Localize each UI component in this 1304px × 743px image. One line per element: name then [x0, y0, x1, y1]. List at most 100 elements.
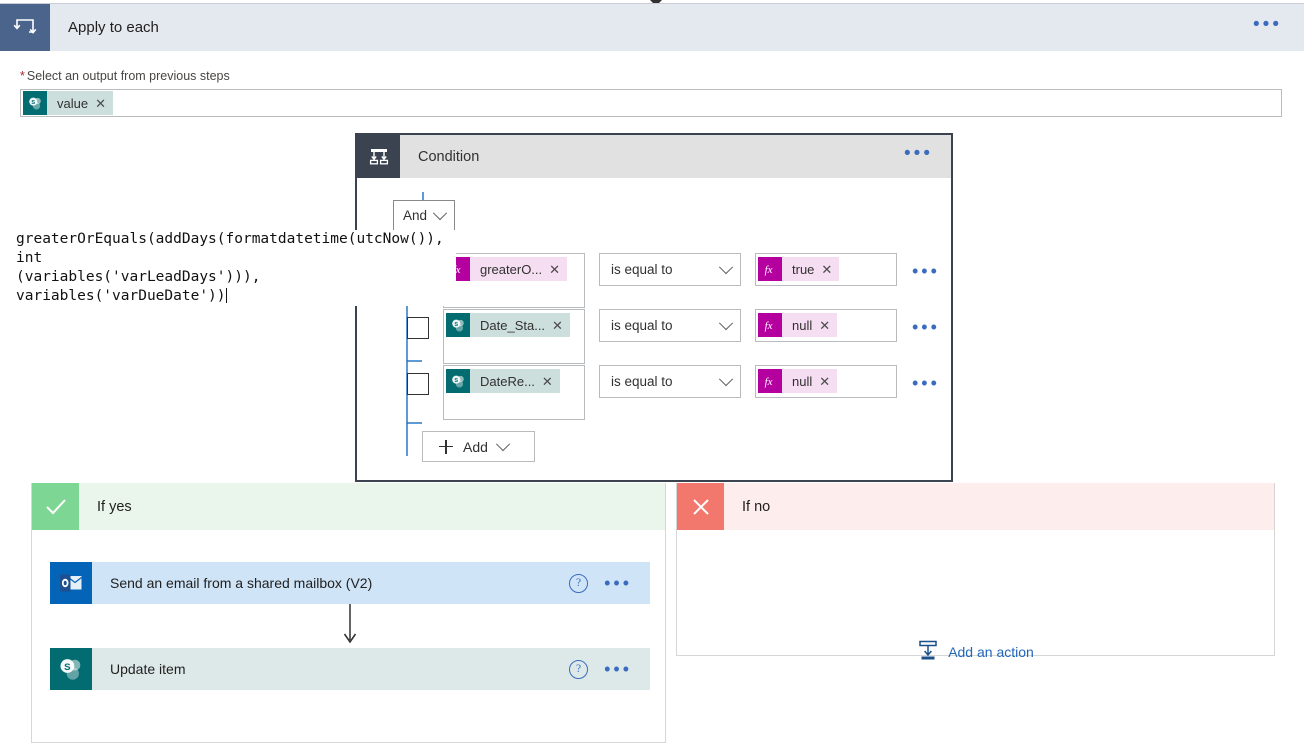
- logic-operator-dropdown[interactable]: And: [393, 200, 455, 231]
- condition-header[interactable]: Condition •••: [357, 135, 951, 178]
- condition-row: fx greaterO... ✕ is equal to: [407, 253, 951, 309]
- condition-title: Condition: [418, 149, 904, 165]
- condition-row: S Date_Sta... ✕ is equal to: [407, 309, 951, 365]
- add-an-action-button[interactable]: Add an action: [677, 640, 1274, 664]
- condition-row-menu-button[interactable]: •••: [912, 379, 940, 387]
- svg-text:fx: fx: [765, 320, 773, 332]
- close-icon[interactable]: ✕: [821, 263, 832, 276]
- operand-chip-body: Date_Sta... ✕: [470, 313, 570, 337]
- operand-token-chip[interactable]: S DateRe... ✕: [446, 369, 560, 393]
- outlook-icon: [50, 562, 92, 604]
- apply-to-each-menu-button[interactable]: •••: [1253, 20, 1304, 36]
- chevron-down-icon: [719, 372, 733, 386]
- close-icon[interactable]: ✕: [552, 319, 563, 332]
- value-token-chip[interactable]: fx null ✕: [758, 313, 837, 337]
- condition-value-field[interactable]: fx true ✕: [755, 253, 897, 286]
- condition-row: S DateRe... ✕ is equal to: [407, 365, 951, 421]
- if-no-header: If no: [677, 483, 1274, 530]
- help-icon[interactable]: ?: [569, 574, 588, 593]
- chevron-down-icon: [433, 206, 447, 220]
- condition-operator-label: is equal to: [611, 318, 673, 333]
- condition-operator-dropdown[interactable]: is equal to: [599, 365, 741, 398]
- condition-body: And fx greaterO... ✕: [357, 178, 951, 480]
- value-chip-label: null: [792, 318, 812, 333]
- if-yes-content: Send an email from a shared mailbox (V2)…: [32, 530, 665, 690]
- apply-to-each-header[interactable]: Apply to each •••: [0, 3, 1304, 51]
- close-icon[interactable]: ✕: [95, 97, 106, 110]
- row-checkbox[interactable]: [407, 373, 429, 395]
- if-yes-branch: If yes Send an email from a shared mailb…: [31, 483, 666, 743]
- operand-chip-label: greaterO...: [480, 262, 542, 277]
- close-icon[interactable]: ✕: [542, 375, 553, 388]
- condition-operator-label: is equal to: [611, 262, 673, 277]
- apply-to-each-body: *Select an output from previous steps S …: [0, 51, 1304, 117]
- condition-value-field[interactable]: fx null ✕: [755, 309, 897, 342]
- condition-operator-label: is equal to: [611, 374, 673, 389]
- output-token-input[interactable]: S value ✕: [20, 89, 1282, 117]
- close-icon[interactable]: ✕: [819, 319, 830, 332]
- condition-operator-dropdown[interactable]: is equal to: [599, 309, 741, 342]
- condition-operand-field[interactable]: S DateRe... ✕: [443, 365, 585, 420]
- condition-card: Condition ••• And fx: [355, 133, 953, 482]
- expression-text: greaterOrEquals(addDays(formatdatetime(u…: [16, 231, 453, 304]
- if-yes-label: If yes: [97, 499, 132, 515]
- required-marker: *: [20, 69, 25, 83]
- row-checkbox[interactable]: [407, 317, 429, 339]
- output-field-label-text: Select an output from previous steps: [27, 69, 230, 83]
- expression-overlay[interactable]: greaterOrEquals(addDays(formatdatetime(u…: [16, 230, 456, 306]
- condition-value-field[interactable]: fx null ✕: [755, 365, 897, 398]
- action-menu-button[interactable]: •••: [604, 665, 632, 673]
- output-field-label: *Select an output from previous steps: [20, 69, 1286, 83]
- condition-row-menu-button[interactable]: •••: [912, 267, 940, 275]
- token-chip-label: value: [57, 96, 88, 111]
- fx-icon: fx: [758, 257, 782, 281]
- operand-token-chip[interactable]: S Date_Sta... ✕: [446, 313, 570, 337]
- condition-operand-field[interactable]: fx greaterO... ✕: [443, 253, 585, 308]
- value-chip-body: null ✕: [782, 369, 837, 393]
- sharepoint-icon: S: [50, 648, 92, 690]
- operand-chip-label: DateRe...: [480, 374, 535, 389]
- if-no-branch: If no Add an action: [676, 483, 1275, 656]
- fx-icon: fx: [758, 369, 782, 393]
- chevron-down-icon: [496, 437, 510, 451]
- action-card-update-item[interactable]: S Update item ? •••: [50, 648, 650, 690]
- action-menu-button[interactable]: •••: [604, 579, 632, 587]
- token-chip-value[interactable]: S value ✕: [23, 91, 113, 115]
- condition-operand-field[interactable]: S Date_Sta... ✕: [443, 309, 585, 364]
- chevron-down-icon: [719, 316, 733, 330]
- svg-text:S: S: [31, 100, 35, 106]
- condition-menu-button[interactable]: •••: [904, 149, 951, 165]
- value-chip-body: true ✕: [782, 257, 839, 281]
- action-card-send-email[interactable]: Send an email from a shared mailbox (V2)…: [50, 562, 650, 604]
- logic-operator-label: And: [403, 208, 427, 223]
- help-icon[interactable]: ?: [569, 660, 588, 679]
- check-icon: [32, 483, 79, 530]
- if-yes-header: If yes: [32, 483, 665, 530]
- add-action-label: Add an action: [948, 644, 1034, 660]
- svg-text:S: S: [64, 662, 71, 673]
- add-condition-button[interactable]: Add: [422, 431, 535, 462]
- if-no-content: Add an action: [677, 530, 1274, 562]
- value-token-chip[interactable]: fx true ✕: [758, 257, 839, 281]
- action-title: Send an email from a shared mailbox (V2): [110, 575, 569, 591]
- apply-to-each-card: Apply to each ••• *Select an output from…: [0, 3, 1304, 117]
- value-token-chip[interactable]: fx null ✕: [758, 369, 837, 393]
- action-connector-arrow: [50, 604, 650, 648]
- plus-icon: [439, 440, 453, 454]
- condition-operator-dropdown[interactable]: is equal to: [599, 253, 741, 286]
- text-caret: [226, 288, 227, 303]
- close-icon[interactable]: ✕: [819, 375, 830, 388]
- svg-text:S: S: [454, 378, 458, 384]
- operand-token-chip[interactable]: fx greaterO... ✕: [446, 257, 567, 281]
- fx-icon: fx: [758, 313, 782, 337]
- value-chip-label: true: [792, 262, 814, 277]
- close-icon[interactable]: ✕: [549, 263, 560, 276]
- action-title: Update item: [110, 661, 569, 677]
- value-chip-body: null ✕: [782, 313, 837, 337]
- value-chip-label: null: [792, 374, 812, 389]
- condition-row-menu-button[interactable]: •••: [912, 323, 940, 331]
- add-condition-label: Add: [463, 439, 488, 455]
- svg-text:S: S: [454, 322, 458, 328]
- add-action-icon: [917, 640, 939, 664]
- sharepoint-icon: S: [23, 91, 47, 115]
